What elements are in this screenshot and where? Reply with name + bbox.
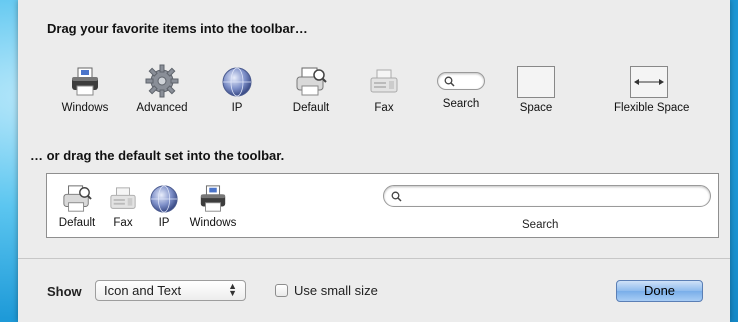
toolbar-item-advanced[interactable]: Advanced [127, 60, 197, 114]
toolbar-item-label: Windows [61, 102, 109, 114]
default-set-heading: … or drag the default set into the toolb… [30, 148, 285, 163]
toolbar-item-label: Search [442, 98, 480, 110]
toolbar-item-windows[interactable]: Windows [50, 60, 120, 114]
flexible-space-icon [630, 66, 668, 98]
toolbar-item-ip[interactable]: IP [202, 60, 272, 114]
printer-windows-icon [72, 67, 98, 96]
customize-toolbar-sheet: Drag your favorite items into the toolba… [18, 0, 730, 322]
default-toolbar-set[interactable]: Default Fax IP Windows Search [46, 173, 719, 238]
printer-windows-icon [200, 185, 226, 212]
double-arrow-icon [634, 79, 664, 85]
toolbar-item-label: Flexible Space [614, 102, 690, 114]
toolbar-item-label: Space [519, 102, 553, 114]
toolbar-item-search[interactable]: Search [426, 60, 496, 110]
toolbar-item-label: Fax [374, 102, 394, 114]
printer-default-icon [63, 185, 92, 212]
use-small-size-label[interactable]: Use small size [294, 283, 378, 298]
popup-arrows-icon: ▲ ▼ [228, 281, 237, 298]
toolbar-item-label: Default [292, 102, 330, 114]
globe-icon [222, 67, 252, 97]
magnifier-icon [391, 191, 402, 202]
toolbar-item-fax[interactable]: Fax [349, 60, 419, 114]
toolbar-item-label: Advanced [136, 102, 188, 114]
default-item-windows: Windows [183, 180, 243, 229]
use-small-size-checkbox[interactable] [275, 284, 288, 297]
gear-icon [145, 64, 179, 98]
footer-divider [18, 258, 730, 259]
show-popup-button[interactable]: Icon and Text ▲ ▼ [95, 280, 246, 301]
done-button[interactable]: Done [616, 280, 703, 302]
items-heading: Drag your favorite items into the toolba… [47, 21, 308, 36]
magnifier-icon [444, 76, 455, 87]
search-field-icon [437, 72, 485, 90]
printer-default-icon [296, 67, 327, 96]
show-popup-value: Icon and Text [104, 283, 182, 298]
toolbar-item-space[interactable]: Space [501, 60, 571, 114]
show-label: Show [47, 284, 82, 299]
toolbar-item-default[interactable]: Default [276, 60, 346, 114]
globe-icon [150, 185, 178, 213]
toolbar-item-flexible-space[interactable]: Flexible Space [614, 60, 690, 114]
default-item-label: Search [522, 219, 559, 231]
toolbar-item-label: IP [231, 102, 243, 114]
default-item-label: Windows [189, 217, 237, 229]
space-icon [517, 66, 555, 98]
fax-icon [370, 69, 398, 93]
default-search-field [383, 185, 711, 207]
